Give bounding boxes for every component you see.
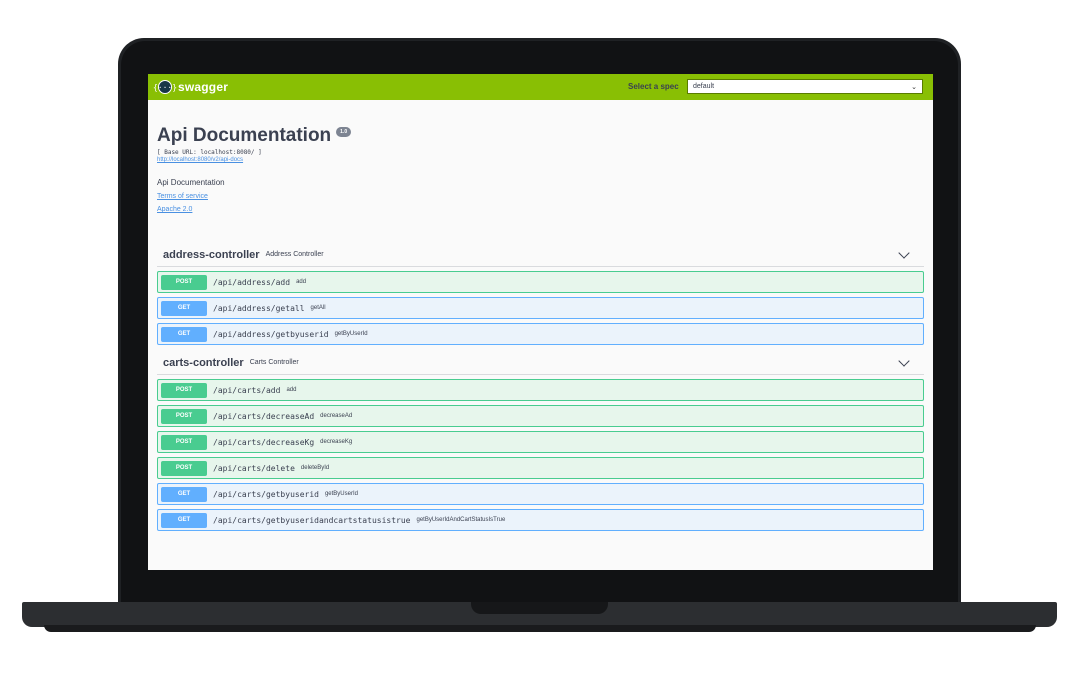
operation-summary: getAll — [310, 305, 326, 311]
operation-row[interactable]: GET /api/carts/getbyuserid getByUserId — [157, 483, 924, 505]
license-link[interactable]: Apache 2.0 — [157, 206, 924, 213]
operation-summary: decreaseAd — [320, 413, 353, 419]
select-spec-label: Select a spec — [628, 82, 679, 91]
api-title: Api Documentation — [157, 125, 332, 146]
operation-row[interactable]: POST /api/carts/decreaseKg decreaseKg — [157, 431, 924, 453]
method-badge-get: GET — [161, 326, 207, 342]
laptop-hinge-notch — [471, 602, 608, 614]
laptop-base-shadow — [44, 625, 1036, 632]
method-badge-post: POST — [161, 382, 207, 398]
operation-path: /api/carts/decreaseKg — [213, 437, 315, 447]
spec-select-value: default — [693, 83, 715, 90]
tag-name: carts-controller — [163, 356, 244, 369]
api-docs-link[interactable]: http://localhost:8080/v2/api-docs — [157, 157, 924, 163]
api-title-row: Api Documentation 1.0 — [157, 125, 924, 147]
method-badge-post: POST — [161, 434, 207, 450]
tag-name: address-controller — [163, 248, 260, 261]
operation-row[interactable]: POST /api/address/add add — [157, 271, 924, 293]
tag-description: Address Controller — [265, 251, 324, 258]
operation-row[interactable]: POST /api/carts/decreaseAd decreaseAd — [157, 405, 924, 427]
terms-of-service-link[interactable]: Terms of service — [157, 193, 924, 200]
operation-path: /api/address/add — [213, 277, 291, 287]
api-description: Api Documentation — [157, 178, 225, 187]
operation-summary: decreaseKg — [320, 439, 353, 445]
operation-path: /api/carts/decreaseAd — [213, 411, 315, 421]
operation-summary: deleteById — [300, 465, 330, 471]
operation-path: /api/carts/getbyuserid — [213, 489, 319, 499]
base-url: [ Base URL: localhost:8080/ ] — [157, 149, 262, 156]
tag-header-address-controller[interactable]: address-controller Address Controller — [157, 243, 924, 267]
operation-summary: add — [286, 387, 297, 393]
swagger-logo-icon[interactable]: {···} — [153, 80, 177, 94]
operation-summary: getByUserIdAndCartStatusIsTrue — [416, 517, 506, 523]
operation-row[interactable]: POST /api/carts/add add — [157, 379, 924, 401]
operation-row[interactable]: GET /api/address/getall getAll — [157, 297, 924, 319]
spec-select-dropdown[interactable]: default ⌄ — [687, 79, 923, 94]
swagger-logo-text[interactable]: swagger — [178, 80, 228, 94]
chevron-down-icon: ⌄ — [911, 83, 917, 91]
chevron-down-icon[interactable] — [898, 355, 910, 367]
laptop-screen: {···} swagger Select a spec default ⌄ Ap… — [148, 74, 933, 570]
tag-header-carts-controller[interactable]: carts-controller Carts Controller — [157, 351, 924, 375]
tag-description: Carts Controller — [249, 359, 299, 366]
method-badge-get: GET — [161, 486, 207, 502]
operation-row[interactable]: GET /api/carts/getbyuseridandcartstatusi… — [157, 509, 924, 531]
method-badge-post: POST — [161, 274, 207, 290]
operation-path: /api/carts/delete — [213, 463, 295, 473]
method-badge-post: POST — [161, 408, 207, 424]
operation-summary: getByUserId — [334, 331, 368, 337]
api-info: Api Documentation 1.0 [ Base URL: localh… — [148, 125, 933, 213]
operation-path: /api/carts/add — [213, 385, 281, 395]
version-badge: 1.0 — [336, 127, 352, 137]
operation-path: /api/carts/getbyuseridandcartstatusistru… — [213, 515, 411, 525]
chevron-down-icon[interactable] — [898, 247, 910, 259]
method-badge-get: GET — [161, 512, 207, 528]
operation-path: /api/address/getall — [213, 303, 305, 313]
operation-row[interactable]: GET /api/address/getbyuserid getByUserId — [157, 323, 924, 345]
method-badge-get: GET — [161, 300, 207, 316]
operation-summary: add — [296, 279, 307, 285]
swagger-topbar: {···} swagger Select a spec default ⌄ — [148, 74, 933, 100]
operation-summary: getByUserId — [324, 491, 358, 497]
operation-path: /api/address/getbyuserid — [213, 329, 329, 339]
method-badge-post: POST — [161, 460, 207, 476]
operation-row[interactable]: POST /api/carts/delete deleteById — [157, 457, 924, 479]
